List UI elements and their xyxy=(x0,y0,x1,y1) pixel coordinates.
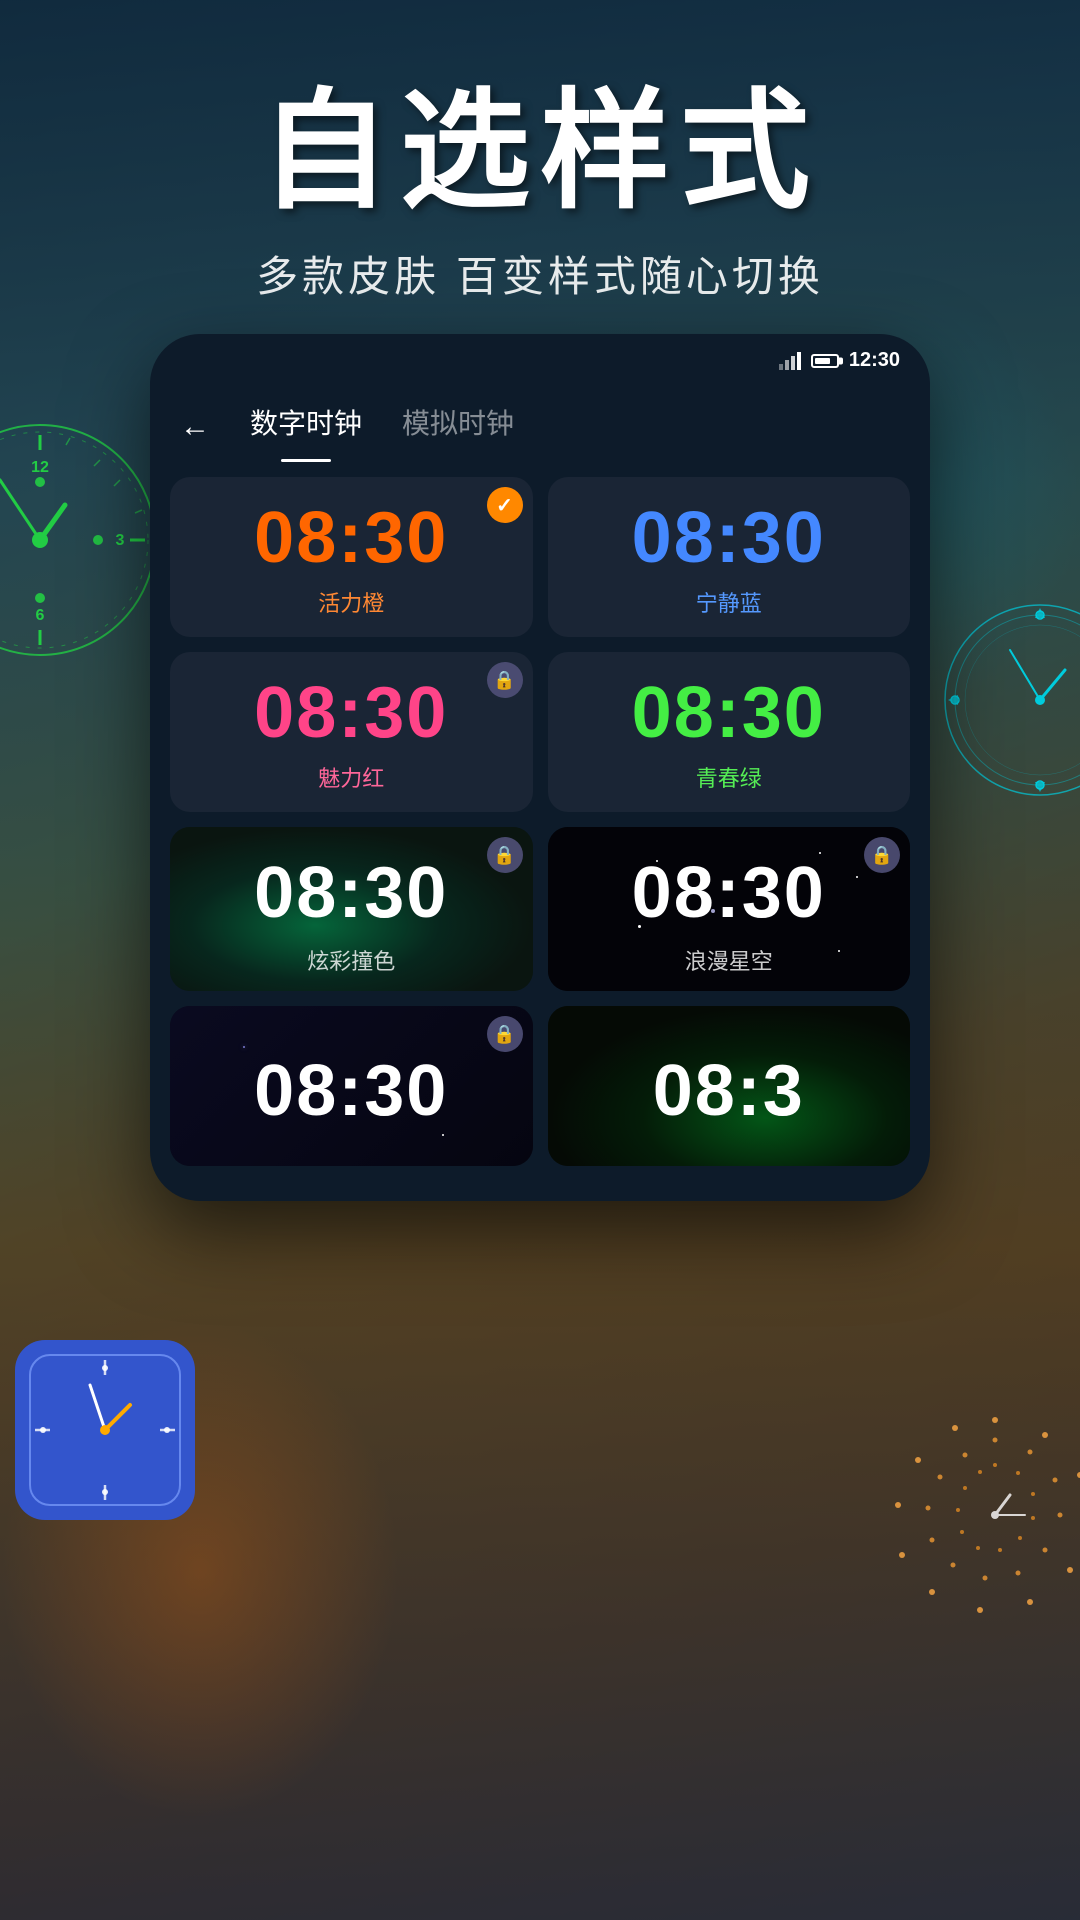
clock-label-blue: 宁静蓝 xyxy=(696,586,762,618)
deco-clock-cyan xyxy=(940,600,1080,800)
page-wrapper: 自选样式 多款皮肤 百变样式随心切换 12 3 6 9 xyxy=(0,0,1080,1920)
status-bar: 12:30 xyxy=(150,334,930,382)
clock-label-space: 浪漫星空 xyxy=(685,944,773,976)
clock-time-green: 08:30 xyxy=(632,677,826,749)
clock-card-pink[interactable]: 🔒 08:30 魅力红 xyxy=(170,652,533,812)
clock-label-green: 青春绿 xyxy=(696,761,762,793)
clock-time-stars2: 08:3 xyxy=(653,1050,805,1132)
clock-label-pink: 魅力红 xyxy=(318,761,384,793)
clock-card-green[interactable]: 08:30 青春绿 xyxy=(548,652,911,812)
nav-tabs: ← 数字时钟 模拟时钟 xyxy=(150,382,930,462)
clock-label-nebula: 炫彩撞色 xyxy=(307,944,395,976)
clock-card-orange[interactable]: ✓ 08:30 活力橙 xyxy=(170,477,533,637)
lock-badge-pink: 🔒 xyxy=(487,662,523,698)
svg-text:12: 12 xyxy=(31,459,49,476)
status-time: 12:30 xyxy=(849,349,900,372)
lock-badge-space: 🔒 xyxy=(864,837,900,873)
clock-time-orange: 08:30 xyxy=(254,502,448,574)
lock-badge-nebula: 🔒 xyxy=(487,837,523,873)
signal-icon xyxy=(779,352,801,370)
lock-badge-stars1: 🔒 xyxy=(487,1016,523,1052)
tab-digital[interactable]: 数字时钟 xyxy=(230,392,382,462)
clock-card-space[interactable]: 🔒 08:30 浪漫星空 xyxy=(548,827,911,991)
selected-badge: ✓ xyxy=(487,487,523,523)
deco-clock-blue-square xyxy=(15,1340,195,1520)
clock-time-nebula: 08:30 xyxy=(254,852,448,934)
clock-card-nebula[interactable]: 🔒 08:30 炫彩撞色 xyxy=(170,827,533,991)
clock-time-space: 08:30 xyxy=(632,852,826,934)
clock-label-orange: 活力橙 xyxy=(318,586,384,618)
deco-clock-green: 12 3 6 9 xyxy=(0,420,160,660)
clock-time-stars1: 08:30 xyxy=(254,1050,448,1132)
battery-icon xyxy=(811,354,839,368)
svg-text:3: 3 xyxy=(116,532,125,549)
status-icons: 12:30 xyxy=(779,349,900,372)
deco-clock-spiral xyxy=(890,1410,1080,1620)
subtitle: 多款皮肤 百变样式随心切换 xyxy=(0,243,1080,304)
clock-grid: ✓ 08:30 活力橙 08:30 宁静蓝 🔒 08:30 魅力红 08:30 … xyxy=(150,462,930,1181)
phone-mockup: 12:30 ← 数字时钟 模拟时钟 ✓ 08:30 活力橙 08:30 宁静蓝 xyxy=(150,334,930,1201)
header-section: 自选样式 多款皮肤 百变样式随心切换 xyxy=(0,0,1080,334)
clock-card-stars2[interactable]: 08:3 xyxy=(548,1006,911,1166)
clock-time-blue: 08:30 xyxy=(632,502,826,574)
back-button[interactable]: ← xyxy=(180,410,210,444)
main-title: 自选样式 xyxy=(0,80,1080,223)
tab-analog[interactable]: 模拟时钟 xyxy=(382,392,534,462)
clock-time-pink: 08:30 xyxy=(254,677,448,749)
clock-card-blue[interactable]: 08:30 宁静蓝 xyxy=(548,477,911,637)
clock-card-stars1[interactable]: 🔒 08:30 xyxy=(170,1006,533,1166)
svg-text:6: 6 xyxy=(36,607,45,624)
